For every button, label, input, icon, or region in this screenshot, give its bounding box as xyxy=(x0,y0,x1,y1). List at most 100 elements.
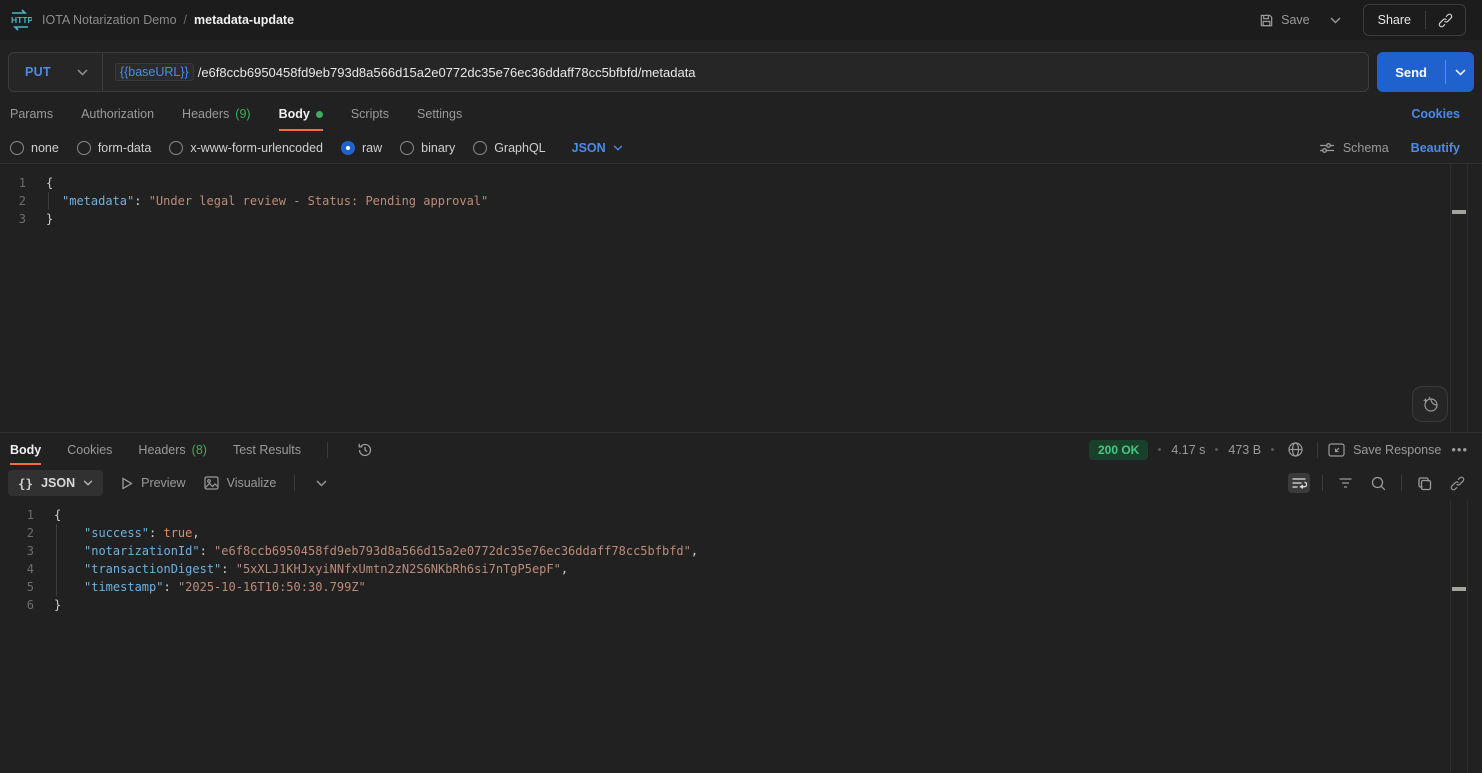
body-type-form-data[interactable]: form-data xyxy=(77,141,152,155)
scroll-position-mark xyxy=(1452,210,1466,214)
indent-guide xyxy=(48,192,62,210)
format-label: JSON xyxy=(41,476,75,490)
save-response-label: Save Response xyxy=(1353,443,1441,457)
app-window: HTTP IOTA Notarization Demo / metadata-u… xyxy=(0,0,1482,773)
divider xyxy=(294,475,295,491)
response-toolbar-right xyxy=(1288,473,1468,494)
tab-authorization[interactable]: Authorization xyxy=(81,96,154,132)
breadcrumb-request-name[interactable]: metadata-update xyxy=(194,13,294,27)
request-editor-scrollbar[interactable] xyxy=(1450,164,1468,432)
radio-label: GraphQL xyxy=(494,141,545,155)
tab-label: Body xyxy=(10,443,41,457)
body-type-graphql[interactable]: GraphQL xyxy=(473,141,545,155)
chevron-down-icon xyxy=(316,480,327,487)
line-number: 5 xyxy=(0,578,34,596)
url-variable-chip[interactable]: {{baseURL}} xyxy=(115,63,194,81)
body-type-none[interactable]: none xyxy=(10,141,59,155)
copy-link-button[interactable] xyxy=(1447,473,1468,494)
tab-scripts[interactable]: Scripts xyxy=(351,96,389,132)
body-modified-dot xyxy=(316,111,323,118)
play-icon xyxy=(121,477,133,490)
preview-label: Preview xyxy=(141,476,185,490)
tab-settings[interactable]: Settings xyxy=(417,96,462,132)
radio-label: x-www-form-urlencoded xyxy=(190,141,323,155)
radio-icon xyxy=(169,141,183,155)
more-options-button[interactable]: ••• xyxy=(1451,442,1468,457)
filter-button[interactable] xyxy=(1335,474,1356,492)
response-editor-scrollbar[interactable] xyxy=(1450,500,1468,773)
view-options-chevron[interactable] xyxy=(313,477,330,490)
image-icon xyxy=(204,476,219,490)
tab-headers[interactable]: Headers (9) xyxy=(182,96,251,132)
body-type-x-www-form-urlencoded[interactable]: x-www-form-urlencoded xyxy=(169,141,323,155)
line-number: 1 xyxy=(0,174,26,192)
line-number: 4 xyxy=(0,560,34,578)
radio-label: raw xyxy=(362,141,382,155)
divider xyxy=(327,442,328,458)
headers-count-badge: (9) xyxy=(235,107,250,121)
line-number: 2 xyxy=(0,192,26,210)
search-button[interactable] xyxy=(1368,473,1389,494)
cookies-link[interactable]: Cookies xyxy=(1411,107,1460,121)
radio-icon xyxy=(10,141,24,155)
copy-link-button[interactable] xyxy=(1426,5,1465,35)
method-selector[interactable]: PUT xyxy=(9,53,103,91)
radio-label: form-data xyxy=(98,141,152,155)
save-response-button[interactable]: Save Response xyxy=(1328,443,1441,457)
network-info-button[interactable] xyxy=(1284,438,1307,461)
headers-count-badge: (8) xyxy=(192,443,207,457)
chevron-down-icon xyxy=(77,69,88,76)
globe-icon xyxy=(1287,441,1304,458)
send-button[interactable]: Send xyxy=(1377,52,1445,92)
beautify-button[interactable]: Beautify xyxy=(1411,141,1460,155)
preview-button[interactable]: Preview xyxy=(121,476,185,490)
postbot-button[interactable] xyxy=(1412,386,1448,422)
dot-separator xyxy=(1158,448,1161,451)
response-tab-headers[interactable]: Headers (8) xyxy=(138,433,207,466)
line-number: 6 xyxy=(0,596,34,614)
code-line: 5"timestamp": "2025-10-16T10:50:30.799Z" xyxy=(0,578,1482,596)
tab-params[interactable]: Params xyxy=(10,96,53,132)
request-body-editor[interactable]: 1{2"metadata": "Under legal review - Sta… xyxy=(0,164,1482,432)
share-button[interactable]: Share xyxy=(1364,5,1425,35)
braces-icon: {} xyxy=(18,476,33,491)
response-time[interactable]: 4.17 s xyxy=(1171,443,1205,457)
url-input[interactable]: {{baseURL}} /e6f8ccb6950458fd9eb793d8a56… xyxy=(103,63,708,81)
history-icon xyxy=(357,442,373,458)
response-code-lines: 1{2"success": true,3"notarizationId": "e… xyxy=(0,506,1482,614)
tab-label: Settings xyxy=(417,107,462,121)
status-badge[interactable]: 200 OK xyxy=(1089,440,1148,460)
save-response-icon xyxy=(1328,443,1345,457)
tab-label: Scripts xyxy=(351,107,389,121)
schema-button[interactable]: Schema xyxy=(1319,141,1389,155)
indent-guide xyxy=(56,542,84,560)
response-history-button[interactable] xyxy=(354,439,376,461)
postbot-sparkle-icon xyxy=(1421,395,1439,413)
language-selector[interactable]: JSON xyxy=(572,141,623,155)
body-type-raw[interactable]: raw xyxy=(341,141,382,155)
wrap-text-button[interactable] xyxy=(1288,473,1310,493)
dot-separator xyxy=(1215,448,1218,451)
code-line: 3"notarizationId": "e6f8ccb6950458fd9eb7… xyxy=(0,542,1482,560)
response-body-editor[interactable]: 1{2"success": true,3"notarizationId": "e… xyxy=(0,500,1482,773)
visualize-button[interactable]: Visualize xyxy=(204,476,277,490)
body-type-binary[interactable]: binary xyxy=(400,141,455,155)
response-format-selector[interactable]: {} JSON xyxy=(8,470,103,496)
copy-response-button[interactable] xyxy=(1414,473,1435,494)
share-button-group: Share xyxy=(1363,4,1466,36)
tab-label: Test Results xyxy=(233,443,301,457)
save-button[interactable]: Save xyxy=(1251,7,1318,34)
line-number: 3 xyxy=(0,210,26,228)
top-bar-actions: Save Share xyxy=(1251,4,1466,36)
save-options-chevron[interactable] xyxy=(1324,11,1347,30)
send-options-chevron[interactable] xyxy=(1446,52,1474,92)
tab-label: Params xyxy=(10,107,53,121)
response-tab-test-results[interactable]: Test Results xyxy=(233,433,301,466)
tab-body[interactable]: Body xyxy=(279,96,323,132)
breadcrumb-collection[interactable]: IOTA Notarization Demo xyxy=(42,13,177,27)
response-tab-body[interactable]: Body xyxy=(10,433,41,466)
response-size[interactable]: 473 B xyxy=(1228,443,1261,457)
response-tab-cookies[interactable]: Cookies xyxy=(67,433,112,466)
divider xyxy=(1401,475,1402,491)
sliders-icon xyxy=(1319,141,1335,155)
